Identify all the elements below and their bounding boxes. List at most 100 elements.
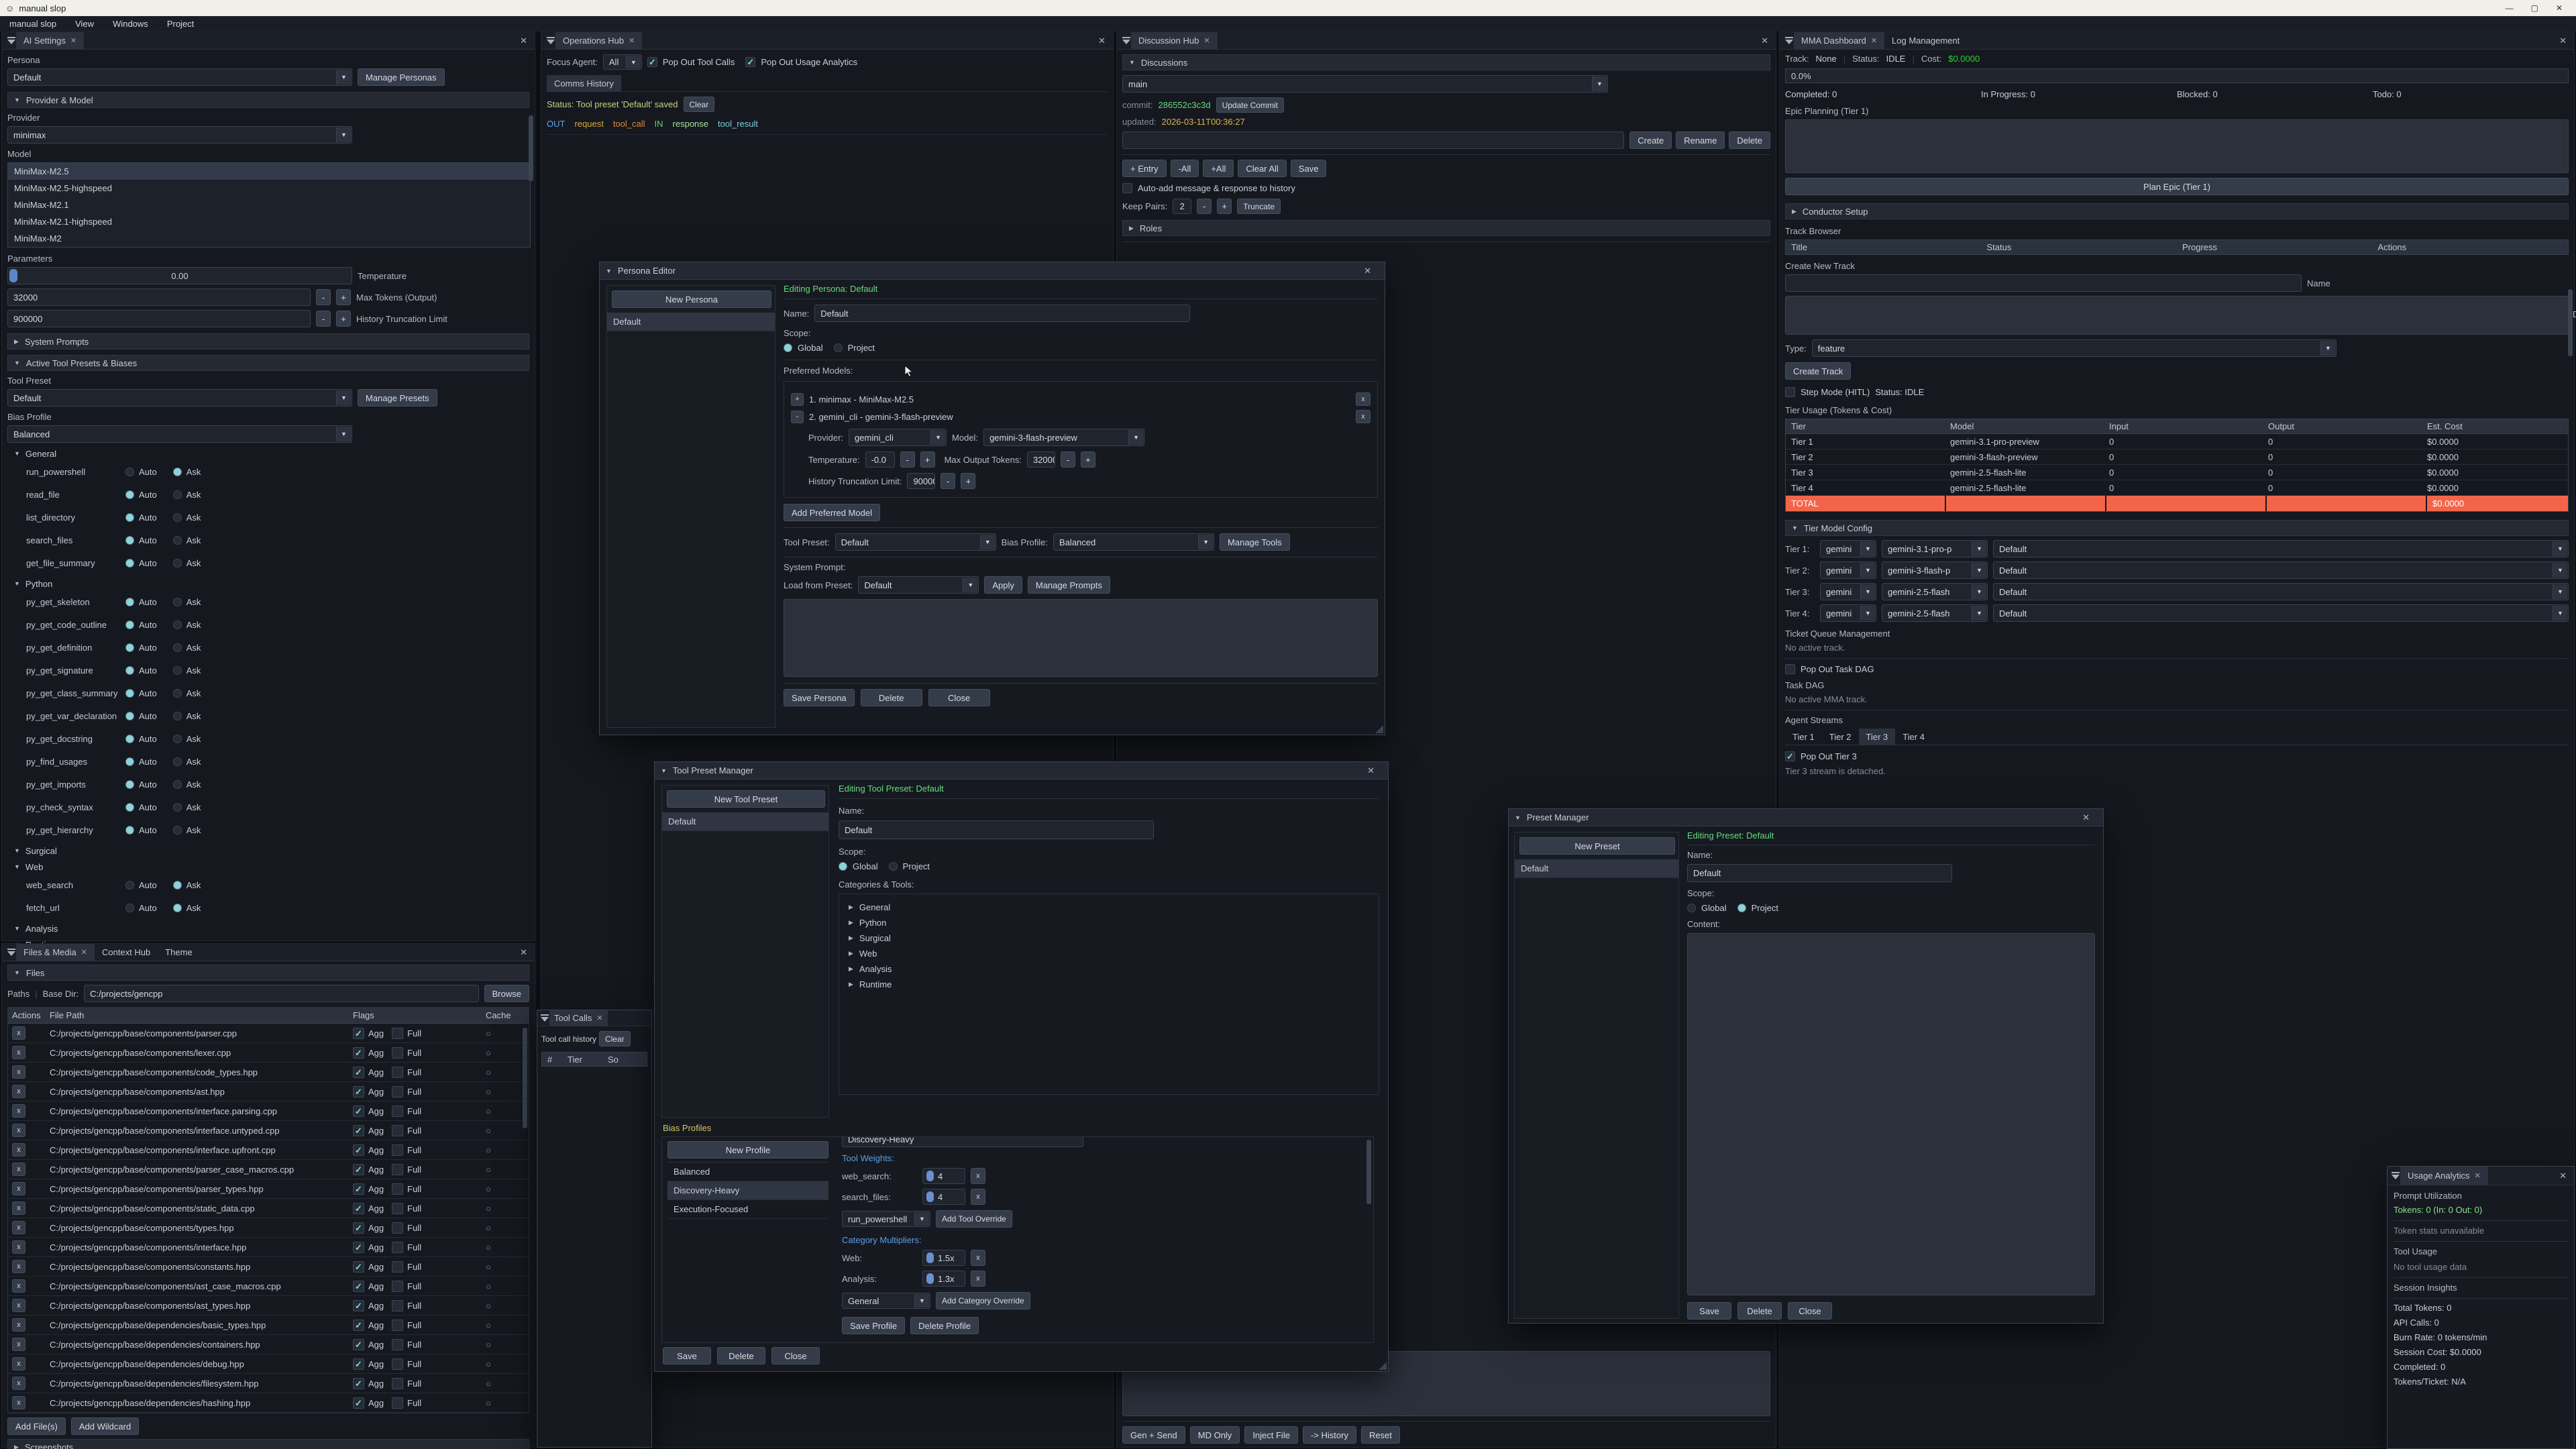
tool-group-header[interactable]: ▼Surgical [7,844,529,857]
new-persona-button[interactable]: New Persona [612,290,771,308]
auto-radio[interactable] [125,536,134,545]
popout-task-dag-checkbox[interactable] [1785,664,1795,674]
remove-model-button[interactable]: x [1356,410,1371,423]
tab-files-media[interactable]: Files & Media✕ [16,944,95,961]
full-checkbox[interactable] [392,1339,403,1350]
tier-model-select[interactable]: gemini-2.5-flash▼ [1882,583,1988,600]
full-checkbox[interactable] [392,1261,403,1273]
bias-profile-item[interactable]: Execution-Focused [667,1200,828,1219]
resize-grip[interactable] [1375,725,1383,733]
epic-planning-textarea[interactable] [1785,119,2569,173]
remove-weight-button[interactable]: x [971,1189,985,1205]
minimize-icon[interactable]: — [2506,3,2514,13]
pm-hist-input[interactable]: 900000 [907,473,935,489]
agg-checkbox[interactable]: ✓ [353,1358,364,1370]
tpm-name-input[interactable]: Default [839,820,1154,839]
remove-model-button[interactable]: x [1356,392,1371,406]
panel-collapse-icon[interactable] [1784,37,1794,44]
system-prompt-textarea[interactable] [784,599,1378,677]
tier-model-config-header[interactable]: ▼Tier Model Config [1785,520,2569,536]
window-close-icon[interactable]: ✕ [1360,765,1382,776]
menu-item[interactable]: manual slop [9,19,56,29]
agent-stream-tab[interactable]: Tier 4 [1895,729,1932,745]
menu-item[interactable]: Project [167,19,194,29]
pm-temp-decrement-button[interactable]: - [900,451,915,468]
category-row[interactable]: ▶Analysis [849,961,1379,977]
category-row[interactable]: ▶General [849,900,1379,915]
new-tool-preset-button[interactable]: New Tool Preset [667,790,825,808]
track-name-input[interactable] [1785,274,2302,292]
full-checkbox[interactable] [392,1028,403,1039]
auto-radio[interactable] [125,712,134,720]
pm-max-out-decrement-button[interactable]: - [1061,451,1075,468]
persona-footer-button[interactable]: Delete [861,689,922,706]
ask-radio[interactable] [173,513,182,522]
discussion-select[interactable]: main▼ [1122,75,1608,93]
tool-group-header[interactable]: ▼Analysis [7,922,529,935]
browse-button[interactable]: Browse [484,985,529,1002]
update-commit-button[interactable]: Update Commit [1216,97,1284,113]
full-checkbox[interactable] [392,1378,403,1389]
agg-checkbox[interactable]: ✓ [353,1281,364,1292]
history-limit-increment-button[interactable]: + [336,311,351,327]
pe-bias-profile-select[interactable]: Balanced▼ [1053,533,1214,551]
slider-thumb[interactable] [9,269,17,282]
keep-pairs-decrement-button[interactable]: - [1197,199,1212,214]
auto-radio[interactable] [125,559,134,568]
agent-stream-tab[interactable]: Tier 3 [1859,729,1896,745]
load-from-preset-select[interactable]: Default▼ [858,576,979,594]
full-checkbox[interactable] [392,1164,403,1175]
category-row[interactable]: ▶Surgical [849,930,1379,946]
category-row[interactable]: ▶Runtime [849,977,1379,992]
ask-radio[interactable] [173,468,182,476]
bias-profile-item[interactable]: Balanced [667,1163,828,1181]
panel-collapse-icon[interactable] [540,1014,549,1022]
add-preferred-model-button[interactable]: Add Preferred Model [784,504,880,521]
weight-slider[interactable]: 4 [922,1189,965,1205]
reorder-button[interactable]: - [791,411,804,423]
model-option[interactable]: MiniMax-M2.5 [8,163,530,180]
base-dir-input[interactable]: C:/projects/gencpp [84,985,479,1002]
roles-header[interactable]: ▶Roles [1122,220,1770,236]
persona-footer-button[interactable]: Save Persona [784,689,855,706]
remove-file-button[interactable]: x [12,1143,25,1157]
preset-name-input[interactable]: Default [1687,864,1952,882]
files-section-header[interactable]: ▼Files [7,965,529,981]
max-tokens-decrement-button[interactable]: - [316,289,331,305]
tier-preset-select[interactable]: Default▼ [1993,604,2569,622]
auto-radio[interactable] [125,666,134,675]
weight-slider[interactable]: 4 [922,1168,965,1184]
focus-agent-select[interactable]: All▼ [603,54,642,70]
full-checkbox[interactable] [392,1086,403,1097]
full-checkbox[interactable] [392,1125,403,1136]
pm-hist-decrement-button[interactable]: - [941,473,955,489]
menu-item[interactable]: Windows [113,19,148,29]
agent-stream-tab[interactable]: Tier 2 [1822,729,1859,745]
pm-temp-input[interactable]: -0.0 [865,451,895,468]
auto-radio[interactable] [125,881,134,890]
tier-provider-select[interactable]: gemini▼ [1820,561,1876,579]
tab-comms-history[interactable]: Comms History [547,75,621,91]
ask-radio[interactable] [173,559,182,568]
pm-max-out-input[interactable]: 32000 [1027,451,1055,468]
ask-radio[interactable] [173,666,182,675]
tool-group-header[interactable]: ▼Web [7,860,529,873]
remove-file-button[interactable]: x [12,1396,25,1409]
panel-collapse-icon[interactable] [2391,1172,2400,1179]
remove-file-button[interactable]: x [12,1046,25,1059]
panel-collapse-icon[interactable] [7,949,16,956]
tab-context-hub[interactable]: Context Hub [95,944,158,961]
full-checkbox[interactable] [392,1203,403,1214]
entry-button[interactable]: Clear All [1238,160,1286,177]
auto-radio[interactable] [125,689,134,698]
menu-item[interactable]: View [75,19,94,29]
reorder-button[interactable]: + [791,393,804,406]
category-row[interactable]: ▶Web [849,946,1379,961]
tab-close-icon[interactable]: ✕ [81,948,87,957]
panel-collapse-icon[interactable] [546,37,555,44]
full-checkbox[interactable] [392,1320,403,1331]
close-icon[interactable]: ✕ [2556,3,2563,13]
auto-add-checkbox[interactable] [1122,183,1132,193]
agent-stream-tab[interactable]: Tier 1 [1785,729,1822,745]
entry-button[interactable]: Save [1291,160,1327,177]
